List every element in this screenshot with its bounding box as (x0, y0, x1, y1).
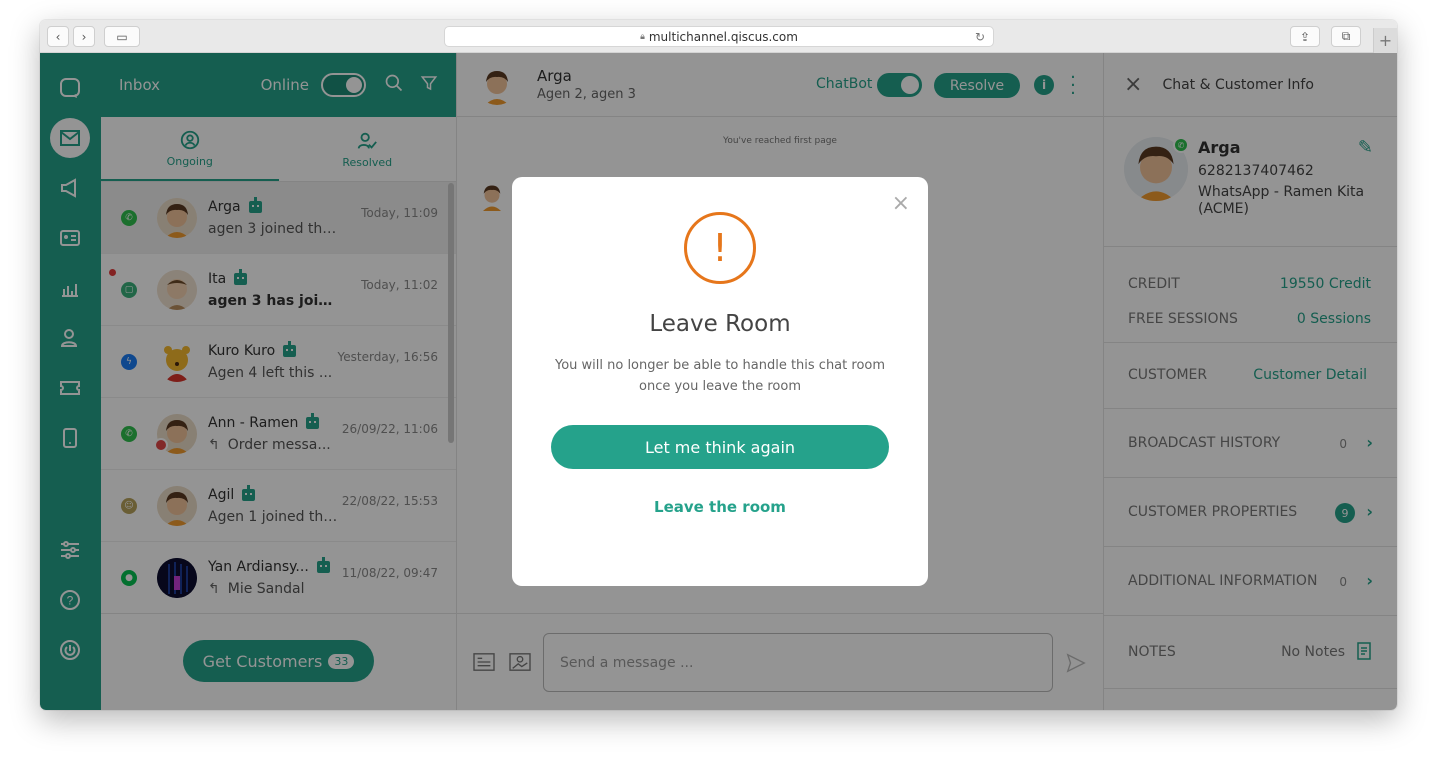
url-bar[interactable]: 🔒︎ multichannel.qiscus.com ↻ (444, 26, 994, 47)
leave-room-dialog: × ! Leave Room You will no longer be abl… (512, 177, 928, 586)
lock-icon: 🔒︎ (640, 31, 645, 42)
dialog-message-line-1: You will no longer be able to handle thi… (554, 358, 886, 373)
dialog-title: Leave Room (649, 311, 791, 337)
app: ? Inbox Online Ongoing Resolved ✆ Arga a… (40, 53, 1397, 710)
new-tab-button[interactable]: + (1373, 28, 1397, 53)
warning-icon: ! (684, 212, 756, 284)
dialog-message-line-2: once you leave the room (639, 379, 801, 394)
think-again-button[interactable]: Let me think again (551, 425, 889, 469)
dialog-message: You will no longer be able to handle thi… (542, 355, 898, 397)
close-icon[interactable]: × (892, 191, 910, 216)
sidebar-toggle-icon[interactable]: ▭ (104, 26, 140, 47)
tabs-icon[interactable]: ⧉ (1331, 26, 1361, 47)
browser-titlebar: ‹ › ▭ 🔒︎ multichannel.qiscus.com ↻ ⇪ ⧉ + (40, 20, 1397, 53)
share-icon[interactable]: ⇪ (1290, 26, 1320, 47)
reload-icon[interactable]: ↻ (975, 30, 985, 44)
forward-icon[interactable]: › (73, 26, 95, 47)
leave-room-button[interactable]: Leave the room (512, 498, 928, 516)
back-icon[interactable]: ‹ (47, 26, 69, 47)
url-text: multichannel.qiscus.com (648, 29, 798, 44)
browser-window: ‹ › ▭ 🔒︎ multichannel.qiscus.com ↻ ⇪ ⧉ + (40, 20, 1397, 710)
